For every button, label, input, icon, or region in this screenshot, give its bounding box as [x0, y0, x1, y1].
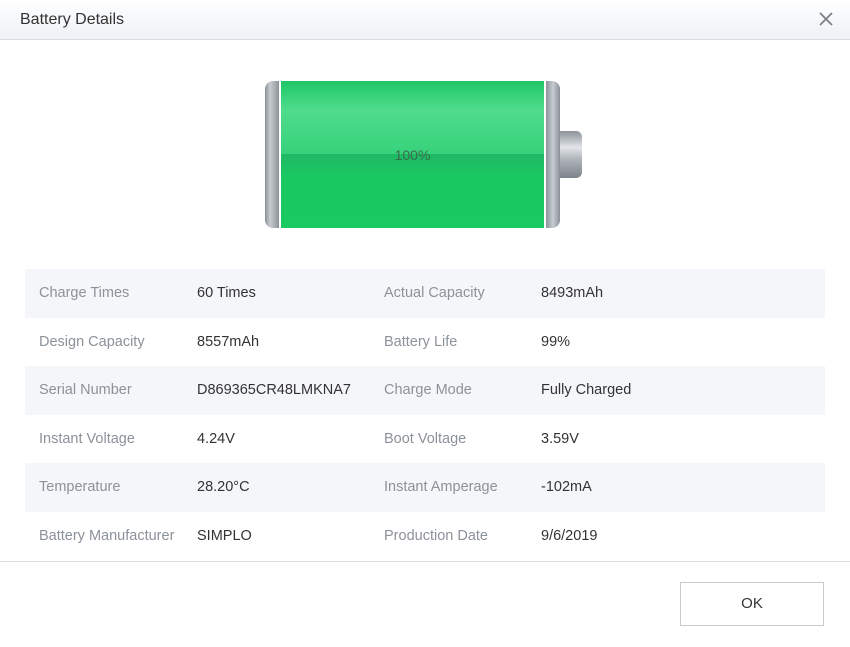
instant-voltage-label: Instant Voltage	[39, 430, 135, 447]
battery-manufacturer-value: SIMPLO	[197, 527, 252, 544]
battery-life-value: 99%	[541, 333, 571, 350]
table-row: Instant Voltage 4.24V Boot Voltage 3.59V	[25, 415, 825, 464]
charge-mode-value: Fully Charged	[541, 382, 632, 399]
battery-graphic: 100%	[265, 81, 585, 228]
battery-terminal-cap	[560, 131, 582, 178]
footer-divider	[0, 561, 850, 562]
actual-capacity-label: Actual Capacity	[384, 285, 485, 301]
battery-percent-label: 100%	[394, 147, 431, 163]
design-capacity-label: Design Capacity	[39, 333, 145, 350]
boot-voltage-value: 3.59V	[541, 430, 579, 447]
production-date-value: 9/6/2019	[541, 527, 598, 544]
charge-times-value: 60 Times	[197, 285, 256, 301]
temperature-label: Temperature	[39, 479, 121, 496]
production-date-label: Production Date	[384, 527, 488, 544]
table-row: Serial Number D869365CR48LMKNA7 Charge M…	[25, 366, 825, 415]
close-icon[interactable]	[816, 9, 836, 29]
ok-button[interactable]: OK	[680, 582, 824, 626]
dialog-title: Battery Details	[20, 11, 125, 28]
battery-details-dialog: Battery Details 100% Charge Times 60 Tim…	[0, 0, 850, 647]
table-row: Charge Times 60 Times Actual Capacity 84…	[25, 269, 825, 318]
actual-capacity-value: 8493mAh	[541, 285, 604, 301]
boot-voltage-label: Boot Voltage	[384, 430, 467, 447]
battery-info-table: Charge Times 60 Times Actual Capacity 84…	[25, 269, 825, 561]
instant-voltage-value: 4.24V	[197, 430, 235, 447]
charge-times-label: Charge Times	[39, 285, 130, 301]
battery-life-label: Battery Life	[384, 333, 458, 350]
instant-amperage-label: Instant Amperage	[384, 479, 498, 496]
serial-number-value: D869365CR48LMKNA7	[197, 382, 351, 399]
battery-manufacturer-label: Battery Manufacturer	[39, 527, 175, 544]
table-row: Design Capacity 8557mAh Battery Life 99%	[25, 318, 825, 367]
table-row: Temperature 28.20°C Instant Amperage -10…	[25, 463, 825, 512]
charge-mode-label: Charge Mode	[384, 382, 472, 399]
serial-number-label: Serial Number	[39, 382, 132, 399]
table-row: Battery Manufacturer SIMPLO Production D…	[25, 512, 825, 561]
title-bar: Battery Details	[0, 0, 850, 40]
battery-level-fill: 100%	[279, 81, 546, 228]
battery-body: 100%	[265, 81, 560, 228]
temperature-value: 28.20°C	[197, 479, 250, 496]
instant-amperage-value: -102mA	[541, 479, 592, 496]
design-capacity-value: 8557mAh	[197, 333, 260, 350]
